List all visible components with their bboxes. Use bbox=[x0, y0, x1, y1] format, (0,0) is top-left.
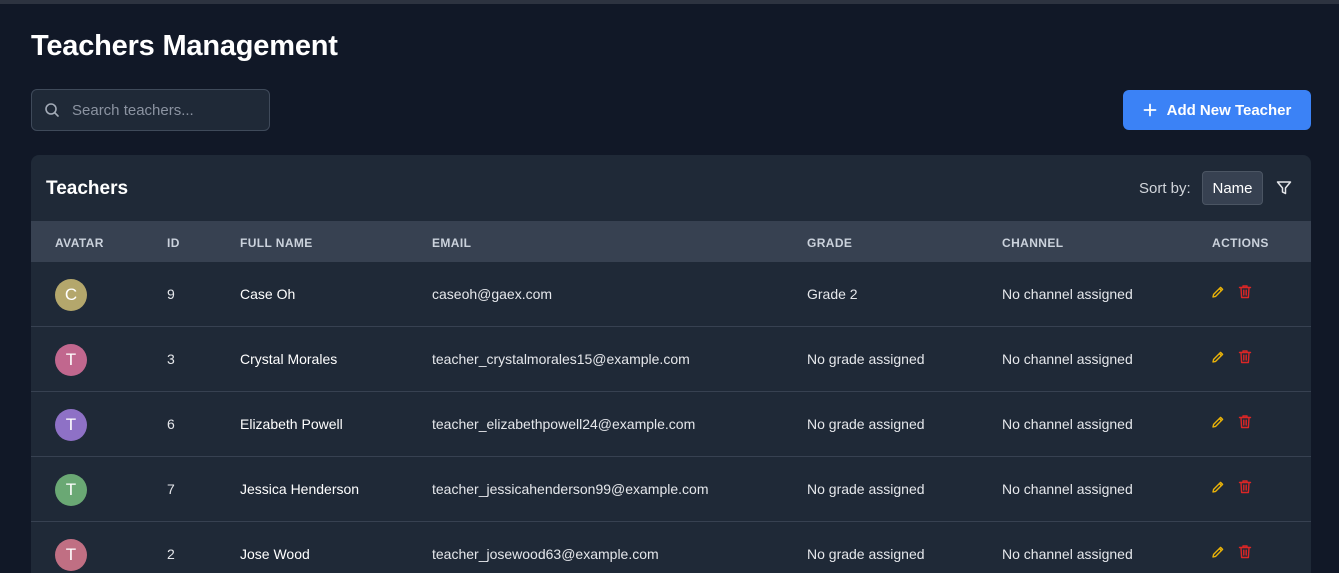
pencil-icon[interactable] bbox=[1211, 480, 1225, 494]
teacher-email: teacher_jessicahenderson99@example.com bbox=[432, 481, 709, 497]
teacher-grade: Grade 2 bbox=[807, 286, 858, 302]
teacher-id: 7 bbox=[167, 481, 175, 497]
teacher-id: 6 bbox=[167, 416, 175, 432]
teacher-email: teacher_josewood63@example.com bbox=[432, 546, 659, 562]
search-icon bbox=[44, 102, 60, 118]
trash-icon[interactable] bbox=[1238, 284, 1252, 299]
pencil-icon[interactable] bbox=[1211, 285, 1225, 299]
table-row: C 9 Case Oh caseoh@gaex.com Grade 2 No channe… bbox=[31, 262, 1311, 327]
teachers-card: Teachers Sort by: Name AVATAR ID FULL NA… bbox=[31, 155, 1311, 573]
teacher-name: Elizabeth Powell bbox=[240, 416, 343, 432]
teacher-email: caseoh@gaex.com bbox=[432, 286, 553, 302]
add-teacher-label: Add New Teacher bbox=[1166, 101, 1292, 119]
trash-icon[interactable] bbox=[1238, 414, 1252, 429]
avatar: T bbox=[55, 539, 87, 571]
page-title: Teachers Management bbox=[31, 30, 338, 62]
teacher-name: Jose Wood bbox=[240, 546, 310, 562]
card-header: Teachers Sort by: Name bbox=[31, 155, 1311, 221]
pencil-icon[interactable] bbox=[1211, 545, 1225, 559]
teacher-grade: No grade assigned bbox=[807, 481, 925, 497]
teacher-channel: No channel assigned bbox=[1002, 416, 1133, 432]
sort-label: Sort by: bbox=[1139, 180, 1191, 197]
teacher-name: Case Oh bbox=[240, 286, 296, 302]
header-channel: CHANNEL bbox=[1002, 236, 1064, 250]
header-full-name: FULL NAME bbox=[240, 236, 313, 250]
card-title: Teachers bbox=[46, 178, 129, 199]
header-id: ID bbox=[167, 236, 180, 250]
teacher-channel: No channel assigned bbox=[1002, 546, 1133, 562]
teacher-email: teacher_elizabethpowell24@example.com bbox=[432, 416, 696, 432]
avatar: T bbox=[55, 474, 87, 506]
trash-icon[interactable] bbox=[1238, 479, 1252, 494]
table-row: T 2 Jose Wood teacher_josewood63@example.co… bbox=[31, 522, 1311, 573]
teacher-grade: No grade assigned bbox=[807, 546, 925, 562]
table-header: AVATAR ID FULL NAME EMAIL GRADE CHANNEL … bbox=[31, 221, 1311, 262]
trash-icon[interactable] bbox=[1238, 349, 1252, 364]
avatar: T bbox=[55, 344, 87, 376]
table-row: T 3 Crystal Morales teacher_crystalmorales1… bbox=[31, 327, 1311, 392]
teacher-channel: No channel assigned bbox=[1002, 286, 1133, 302]
teacher-id: 2 bbox=[167, 546, 175, 562]
teacher-id: 9 bbox=[167, 286, 175, 302]
top-border bbox=[0, 0, 1339, 4]
header-email: EMAIL bbox=[432, 236, 472, 250]
teacher-channel: No channel assigned bbox=[1002, 481, 1133, 497]
header-actions: ACTIONS bbox=[1212, 236, 1269, 250]
filter-icon[interactable] bbox=[1276, 180, 1292, 196]
pencil-icon[interactable] bbox=[1211, 350, 1225, 364]
teacher-channel: No channel assigned bbox=[1002, 351, 1133, 367]
pencil-icon[interactable] bbox=[1211, 415, 1225, 429]
teacher-name: Jessica Henderson bbox=[240, 481, 360, 497]
plus-icon bbox=[1143, 103, 1157, 117]
header-avatar: AVATAR bbox=[55, 236, 104, 250]
teacher-email: teacher_crystalmorales15@example.com bbox=[432, 351, 690, 367]
table-row: T 7 Jessica Henderson teacher_jessicahender… bbox=[31, 457, 1311, 522]
sort-select[interactable]: Name bbox=[1202, 171, 1263, 205]
avatar: T bbox=[55, 409, 87, 441]
search-box[interactable] bbox=[31, 89, 270, 131]
trash-icon[interactable] bbox=[1238, 544, 1252, 559]
search-input[interactable] bbox=[72, 101, 252, 119]
teacher-id: 3 bbox=[167, 351, 175, 367]
add-teacher-button[interactable]: Add New Teacher bbox=[1123, 90, 1311, 130]
teacher-name: Crystal Morales bbox=[240, 351, 338, 367]
avatar: C bbox=[55, 279, 87, 311]
header-grade: GRADE bbox=[807, 236, 853, 250]
teacher-grade: No grade assigned bbox=[807, 351, 925, 367]
teacher-grade: No grade assigned bbox=[807, 416, 925, 432]
table-row: T 6 Elizabeth Powell teacher_elizabethpowel… bbox=[31, 392, 1311, 457]
